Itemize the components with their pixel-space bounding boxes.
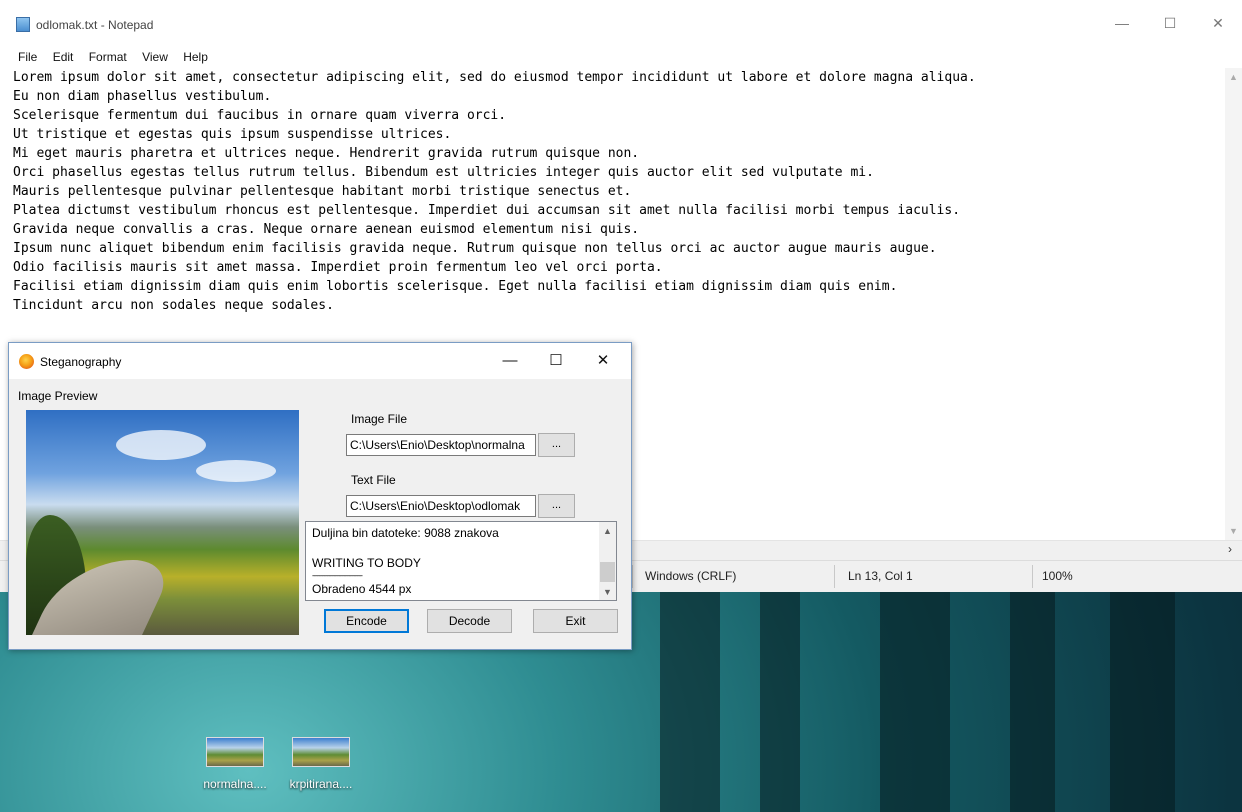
text-line: Gravida neque convallis a cras. Neque or…: [13, 222, 640, 237]
steganography-close-button[interactable]: ✕: [583, 347, 623, 375]
menu-view[interactable]: View: [142, 50, 168, 64]
text-file-path-input[interactable]: C:\Users\Enio\Desktop\odlomak: [346, 495, 536, 517]
desktop-tree: [1010, 582, 1055, 812]
steganography-titlebar[interactable]: Steganography — ☐ ✕: [9, 343, 631, 379]
status-divider: [632, 565, 633, 588]
notepad-vertical-scrollbar[interactable]: ▲ ▼: [1225, 68, 1242, 540]
steganography-title: Steganography: [40, 355, 122, 369]
status-divider: [1032, 565, 1033, 588]
text-line: Eu non diam phasellus vestibulum.: [13, 89, 272, 104]
text-file-browse-button[interactable]: ...: [538, 494, 575, 518]
desktop-icon-label: krpitirana....: [289, 777, 353, 791]
text-line: Mi eget mauris pharetra et ultrices nequ…: [13, 146, 640, 161]
notepad-app-icon: [16, 17, 30, 32]
desktop-icon-krpitirana[interactable]: krpitirana....: [285, 737, 357, 791]
notepad-close-button[interactable]: ✕: [1196, 10, 1240, 36]
text-file-label: Text File: [351, 473, 396, 487]
text-line: Ipsum nunc aliquet bibendum enim facilis…: [13, 241, 937, 256]
text-line: Mauris pellentesque pulvinar pellentesqu…: [13, 184, 632, 199]
notepad-menubar: File Edit Format View Help: [18, 50, 220, 66]
text-line: Orci phasellus egestas tellus rutrum tel…: [13, 165, 874, 180]
steganography-maximize-button[interactable]: ☐: [536, 347, 576, 375]
text-line: Tincidunt arcu non sodales neque sodales…: [13, 298, 334, 313]
log-scroll-down-icon[interactable]: ▼: [603, 587, 612, 597]
notepad-titlebar[interactable]: odlomak.txt - Notepad — ☐ ✕: [0, 0, 1242, 43]
image-preview-label: Image Preview: [18, 389, 98, 403]
log-line: ------------------------------: [312, 571, 363, 580]
log-line: Obradeno 4544 px: [312, 582, 412, 596]
log-scroll-thumb[interactable]: [600, 562, 615, 582]
text-line: Ut tristique et egestas quis ipsum suspe…: [13, 127, 452, 142]
preview-cloud: [196, 460, 276, 482]
text-line: Facilisi etiam dignissim diam quis enim …: [13, 279, 898, 294]
status-line-ending: Windows (CRLF): [645, 569, 737, 583]
text-line: Platea dictumst vestibulum rhoncus est p…: [13, 203, 961, 218]
menu-help[interactable]: Help: [183, 50, 208, 64]
notepad-minimize-button[interactable]: —: [1100, 10, 1144, 36]
desktop-tree: [1110, 582, 1175, 812]
image-file-path-input[interactable]: C:\Users\Enio\Desktop\normalna: [346, 434, 536, 456]
image-file-browse-button[interactable]: ...: [538, 433, 575, 457]
text-line: Lorem ipsum dolor sit amet, consectetur …: [13, 70, 976, 85]
text-line: Odio facilisis mauris sit amet massa. Im…: [13, 260, 663, 275]
scroll-down-icon[interactable]: ▼: [1229, 526, 1238, 536]
desktop-tree: [760, 582, 800, 812]
image-file-icon: [292, 737, 350, 767]
log-scroll-up-icon[interactable]: ▲: [603, 526, 612, 536]
steganography-window: Steganography — ☐ ✕ Image Preview Image …: [8, 342, 632, 650]
log-line: WRITING TO BODY: [312, 556, 421, 570]
preview-cloud: [116, 430, 206, 460]
desktop-tree: [660, 582, 720, 812]
desktop-tree: [880, 582, 950, 812]
steganography-minimize-button[interactable]: —: [490, 347, 530, 375]
steganography-body: Image Preview Image File C:\Users\Enio\D…: [9, 379, 631, 649]
output-log[interactable]: Duljina bin datoteke: 9088 znakova WRITI…: [305, 521, 617, 601]
menu-file[interactable]: File: [18, 50, 37, 64]
scroll-right-icon[interactable]: ›: [1228, 542, 1232, 556]
status-cursor-position: Ln 13, Col 1: [848, 569, 913, 583]
decode-button[interactable]: Decode: [427, 609, 512, 633]
notepad-maximize-button[interactable]: ☐: [1148, 10, 1192, 36]
exit-button[interactable]: Exit: [533, 609, 618, 633]
status-zoom: 100%: [1042, 569, 1073, 583]
desktop-icon-normalna[interactable]: normalna....: [199, 737, 271, 791]
encode-button[interactable]: Encode: [324, 609, 409, 633]
scroll-up-icon[interactable]: ▲: [1229, 72, 1238, 82]
menu-edit[interactable]: Edit: [53, 50, 74, 64]
steganography-app-icon: [19, 354, 34, 369]
image-preview: [26, 410, 299, 635]
image-file-icon: [206, 737, 264, 767]
image-file-label: Image File: [351, 412, 408, 426]
log-scrollbar[interactable]: ▲ ▼: [599, 522, 616, 600]
status-divider: [834, 565, 835, 588]
desktop-icon-label: normalna....: [203, 777, 267, 791]
menu-format[interactable]: Format: [89, 50, 127, 64]
log-line: Duljina bin datoteke: 9088 znakova: [312, 526, 499, 540]
text-line: Scelerisque fermentum dui faucibus in or…: [13, 108, 507, 123]
notepad-title: odlomak.txt - Notepad: [36, 18, 154, 32]
